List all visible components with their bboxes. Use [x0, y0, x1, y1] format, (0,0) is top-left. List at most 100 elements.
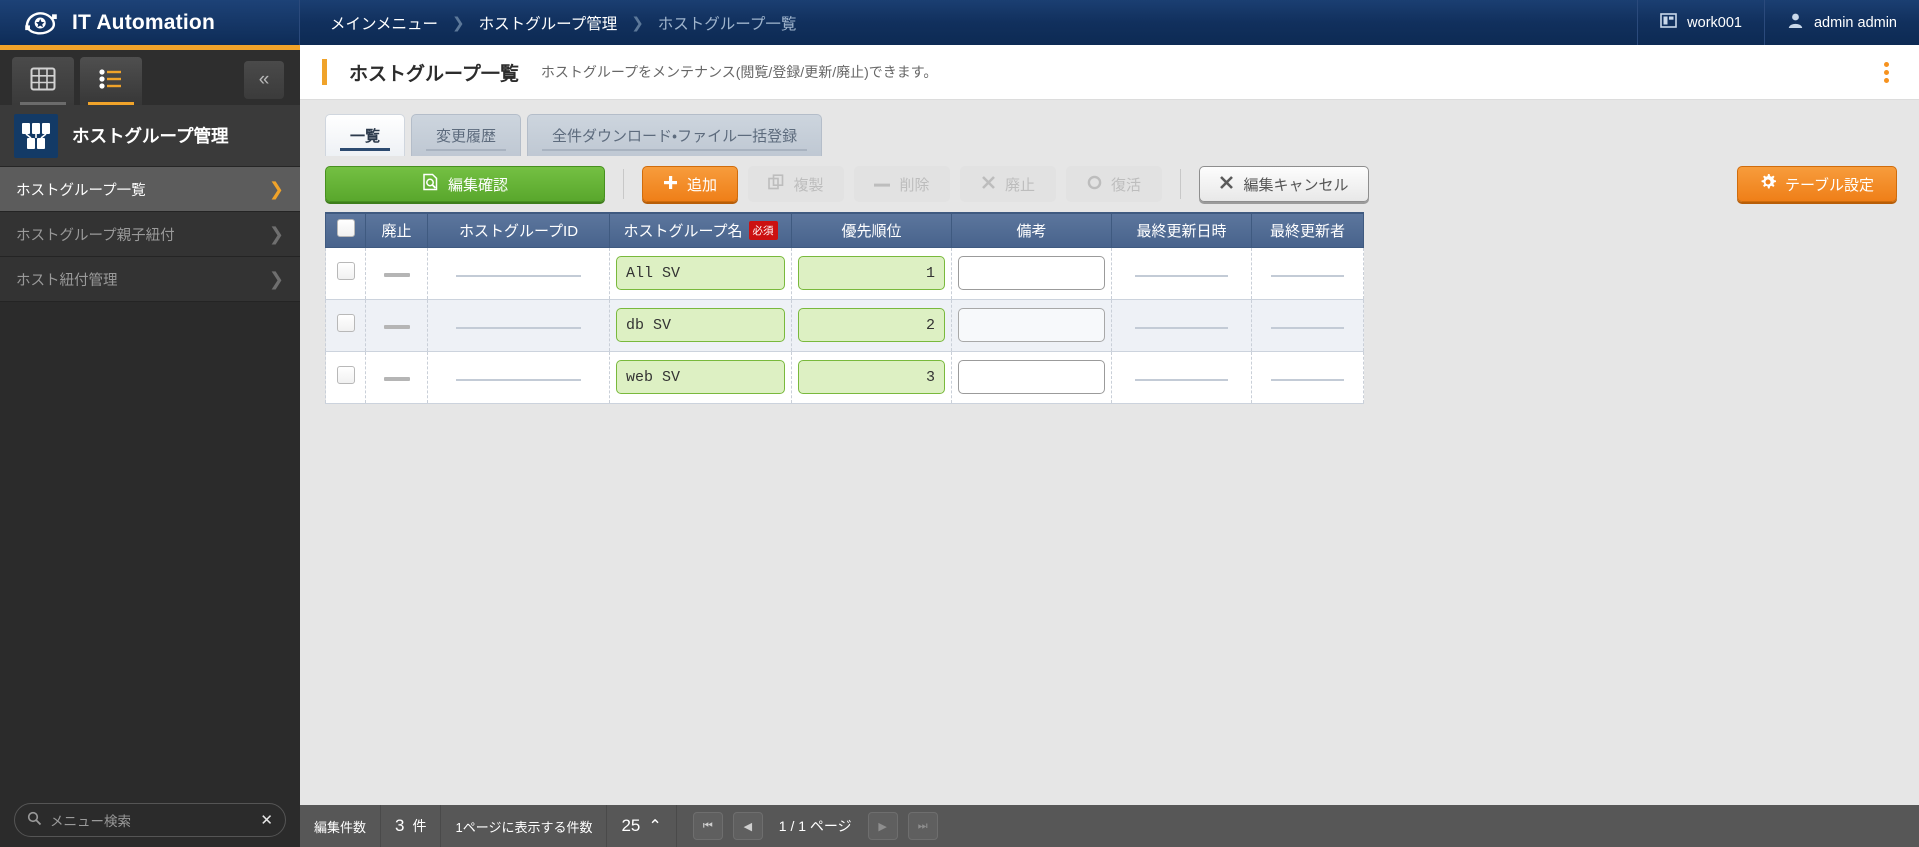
tab-underline [340, 148, 390, 151]
row-remarks-cell[interactable] [952, 351, 1112, 403]
col-discard[interactable]: 廃止 [366, 213, 428, 247]
restore-button[interactable]: 復活 [1066, 166, 1162, 202]
col-last-update-user[interactable]: 最終更新者 [1252, 213, 1364, 247]
header-right-controls: work001 admin admin [1637, 0, 1919, 45]
user-avatar-icon [1787, 12, 1804, 33]
gear-icon [1760, 174, 1776, 194]
duplicate-button[interactable]: 複製 [748, 166, 844, 202]
per-page-label-text: 1ページに表示する件数 [455, 817, 592, 836]
tab-underline [20, 102, 66, 105]
list-view-tab[interactable] [80, 57, 142, 105]
workspace-label: work001 [1687, 15, 1742, 31]
user-menu[interactable]: admin admin [1764, 0, 1919, 45]
menu-search-field[interactable]: メニュー検索 ✕ [14, 803, 286, 837]
row-hostgroup-name-cell[interactable]: web SV [610, 351, 792, 403]
row-remarks-cell[interactable] [952, 247, 1112, 299]
remarks-input[interactable] [958, 360, 1105, 394]
cancel-edit-button[interactable]: 編集キャンセル [1199, 166, 1369, 202]
sidebar-item-host-link-management[interactable]: ホスト紐付管理 ❯ [0, 257, 300, 302]
add-button[interactable]: 追加 [642, 166, 738, 202]
table-row[interactable]: web SV 3 [326, 351, 1364, 403]
col-remarks[interactable]: 備考 [952, 213, 1112, 247]
top-header-bar: IT Automation メインメニュー ❯ ホストグループ管理 ❯ ホストグ… [0, 0, 1919, 45]
row-last-update-user-cell [1252, 351, 1364, 403]
sidebar-item-hostgroup-list[interactable]: ホストグループ一覧 ❯ [0, 167, 300, 212]
tab-change-history[interactable]: 変更履歴 [411, 114, 521, 156]
row-hostgroup-name-cell[interactable]: All SV [610, 247, 792, 299]
empty-value-line [1271, 327, 1344, 329]
table-row[interactable]: All SV 1 [326, 247, 1364, 299]
delete-button[interactable]: 削除 [854, 166, 950, 202]
close-icon[interactable]: ✕ [260, 811, 273, 829]
breadcrumb-separator-icon: ❯ [452, 14, 465, 32]
grid-view-tab[interactable] [12, 57, 74, 105]
col-hostgroup-name[interactable]: ホストグループ名必須 [610, 213, 792, 247]
hostgroup-name-input[interactable]: All SV [616, 256, 785, 290]
row-hostgroup-name-cell[interactable]: db SV [610, 299, 792, 351]
select-all-checkbox[interactable] [337, 219, 355, 237]
empty-value-line [456, 275, 581, 277]
kebab-dot [1884, 62, 1889, 67]
priority-input[interactable]: 1 [798, 256, 945, 290]
first-page-icon: ⏮ [703, 820, 713, 833]
sidebar: « ホストグループ管理 ホストグループ一覧 ❯ ホストグループ親子 [0, 45, 300, 847]
button-label: 復活 [1111, 174, 1141, 195]
empty-dash [384, 273, 410, 277]
remarks-input[interactable] [958, 256, 1105, 290]
table-settings-button[interactable]: テーブル設定 [1737, 166, 1897, 202]
row-checkbox[interactable] [337, 262, 355, 280]
table-row[interactable]: db SV 2 [326, 299, 1364, 351]
discard-button[interactable]: 廃止 [960, 166, 1056, 202]
col-priority[interactable]: 優先順位 [792, 213, 952, 247]
last-page-button[interactable]: ⏭ [908, 812, 938, 840]
col-hostgroup-id[interactable]: ホストグループID [428, 213, 610, 247]
row-select-cell[interactable] [326, 351, 366, 403]
hostgroup-name-input[interactable]: db SV [616, 308, 785, 342]
row-select-cell[interactable] [326, 299, 366, 351]
col-last-update-time[interactable]: 最終更新日時 [1112, 213, 1252, 247]
priority-input[interactable]: 3 [798, 360, 945, 394]
chevron-up-icon: ⌃ [648, 816, 661, 836]
priority-input[interactable]: 2 [798, 308, 945, 342]
page-header: ホストグループ一覧 ホストグループをメンテナンス(閲覧/登録/更新/廃止)できま… [300, 45, 1919, 100]
row-remarks-cell[interactable] [952, 299, 1112, 351]
breadcrumb-item-0[interactable]: メインメニュー [330, 12, 438, 34]
pagination-controls: ⏮ ◀ 1 / 1 ページ ▶ ⏭ [677, 805, 954, 847]
empty-value-line [1135, 379, 1229, 381]
prev-page-icon: ◀ [744, 820, 752, 833]
row-priority-cell[interactable]: 2 [792, 299, 952, 351]
button-label: 廃止 [1005, 174, 1035, 195]
next-page-button[interactable]: ▶ [868, 812, 898, 840]
first-page-button[interactable]: ⏮ [693, 812, 723, 840]
workspace-selector[interactable]: work001 [1637, 0, 1764, 45]
sidebar-collapse-button[interactable]: « [244, 61, 284, 99]
row-checkbox[interactable] [337, 314, 355, 332]
button-label: 編集確認 [448, 174, 508, 195]
prev-page-button[interactable]: ◀ [733, 812, 763, 840]
breadcrumb-item-1[interactable]: ホストグループ管理 [479, 12, 618, 34]
row-checkbox[interactable] [337, 366, 355, 384]
menu-search: メニュー検索 ✕ [0, 792, 300, 847]
row-priority-cell[interactable]: 1 [792, 247, 952, 299]
row-priority-cell[interactable]: 3 [792, 351, 952, 403]
hostgroup-name-input[interactable]: web SV [616, 360, 785, 394]
confirm-edit-button[interactable]: 編集確認 [325, 166, 605, 202]
tab-label: 全件ダウンロード・ファイル一括登録 [552, 125, 797, 146]
button-label: 複製 [793, 174, 823, 195]
row-select-cell[interactable] [326, 247, 366, 299]
main-content: ホストグループ一覧 ホストグループをメンテナンス(閲覧/登録/更新/廃止)できま… [300, 45, 1919, 847]
tab-bulk-download-upload[interactable]: 全件ダウンロード・ファイル一括登録 [527, 114, 822, 156]
row-last-update-time-cell [1112, 247, 1252, 299]
last-page-icon: ⏭ [918, 820, 928, 833]
tab-list[interactable]: 一覧 [325, 114, 405, 156]
col-select-all[interactable] [326, 213, 366, 247]
list-icon [98, 67, 124, 96]
remarks-input[interactable] [958, 308, 1105, 342]
kebab-menu-icon[interactable] [1871, 57, 1901, 87]
per-page-selector[interactable]: 25 ⌃ [607, 805, 676, 847]
sidebar-item-hostgroup-parentchild[interactable]: ホストグループ親子紐付 ❯ [0, 212, 300, 257]
swirl-star-logo-icon [22, 8, 60, 38]
brand-logo-area[interactable]: IT Automation [0, 0, 300, 45]
tab-underline [88, 102, 134, 105]
per-page-value: 25 [621, 816, 640, 836]
